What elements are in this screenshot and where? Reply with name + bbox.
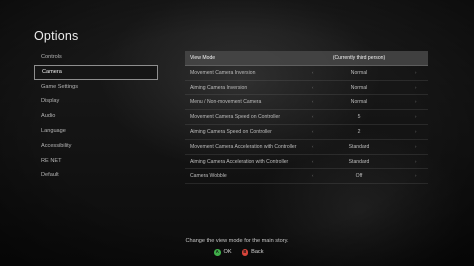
- setting-row-aiming-camera-inversion[interactable]: Aiming Camera Inversion ‹ Normal ›: [185, 81, 428, 96]
- setting-label: Movement Camera Speed on Controller: [190, 114, 281, 121]
- menu-item-re-net[interactable]: RE NET: [34, 154, 158, 169]
- menu-item-controls[interactable]: Controls: [34, 50, 158, 65]
- options-menu: Controls Camera Game Settings Display Au…: [34, 50, 158, 183]
- menu-item-game-settings[interactable]: Game Settings: [34, 80, 158, 95]
- setting-value: Standard: [348, 143, 370, 150]
- setting-label: Aiming Camera Speed on Controller: [190, 128, 272, 135]
- menu-item-camera[interactable]: Camera: [34, 64, 158, 80]
- setting-description: Change the view mode for the main story.: [185, 238, 289, 244]
- setting-row-movement-camera-speed[interactable]: Movement Camera Speed on Controller ‹ 5 …: [185, 110, 428, 125]
- setting-row-menu-non-movement-camera[interactable]: Menu / Non-movement Camera ‹ Normal ›: [185, 95, 428, 111]
- setting-value: (Currently third person): [332, 55, 386, 61]
- arrow-right-icon[interactable]: ›: [415, 81, 416, 96]
- menu-item-display[interactable]: Display: [34, 94, 158, 109]
- menu-item-accessibility[interactable]: Accessibility: [34, 139, 158, 154]
- setting-row-aiming-camera-acceleration[interactable]: Aiming Camera Acceleration with Controll…: [185, 155, 428, 170]
- b-button-icon: B: [241, 249, 249, 256]
- setting-value: Normal: [350, 84, 368, 91]
- setting-row-movement-camera-inversion[interactable]: Movement Camera Inversion ‹ Normal ›: [185, 66, 428, 81]
- arrow-right-icon[interactable]: ›: [415, 66, 416, 81]
- ok-button[interactable]: OK: [224, 249, 232, 255]
- menu-item-default[interactable]: Default: [34, 168, 158, 183]
- button-prompts: A OK B Back: [214, 249, 264, 256]
- arrow-right-icon[interactable]: ›: [415, 140, 416, 155]
- setting-label: Aiming Camera Inversion: [190, 84, 248, 91]
- setting-value: 2: [357, 128, 361, 135]
- setting-value: Standard: [348, 158, 370, 165]
- setting-label: Menu / Non-movement Camera: [190, 99, 262, 106]
- arrow-right-icon[interactable]: ›: [415, 125, 416, 140]
- menu-item-audio[interactable]: Audio: [34, 109, 158, 124]
- setting-label: Movement Camera Inversion: [190, 69, 256, 76]
- page-title: Options: [34, 29, 79, 43]
- arrow-right-icon[interactable]: ›: [415, 155, 416, 170]
- camera-settings-list: View Mode (Currently third person) Movem…: [185, 51, 428, 185]
- a-button-icon: A: [214, 249, 221, 256]
- arrow-right-icon[interactable]: ›: [415, 95, 416, 110]
- setting-row-movement-camera-acceleration[interactable]: Movement Camera Acceleration with Contro…: [185, 140, 428, 155]
- setting-row-aiming-camera-speed[interactable]: Aiming Camera Speed on Controller ‹ 2 ›: [185, 125, 428, 140]
- arrow-right-icon[interactable]: ›: [415, 110, 416, 125]
- setting-label: Camera Wobble: [190, 173, 227, 180]
- setting-row-view-mode[interactable]: View Mode (Currently third person): [185, 51, 428, 66]
- menu-item-language[interactable]: Language: [34, 124, 158, 139]
- setting-label: View Mode: [190, 55, 216, 61]
- setting-value: Off: [355, 173, 363, 180]
- back-button[interactable]: Back: [251, 249, 263, 255]
- setting-row-camera-wobble[interactable]: Camera Wobble ‹ Off ›: [185, 169, 428, 185]
- setting-label: Movement Camera Acceleration with Contro…: [190, 143, 297, 150]
- setting-label: Aiming Camera Acceleration with Controll…: [190, 158, 289, 165]
- arrow-right-icon[interactable]: ›: [415, 169, 416, 184]
- setting-value: Normal: [350, 99, 368, 106]
- setting-value: Normal: [350, 69, 368, 76]
- setting-value: 5: [357, 114, 361, 121]
